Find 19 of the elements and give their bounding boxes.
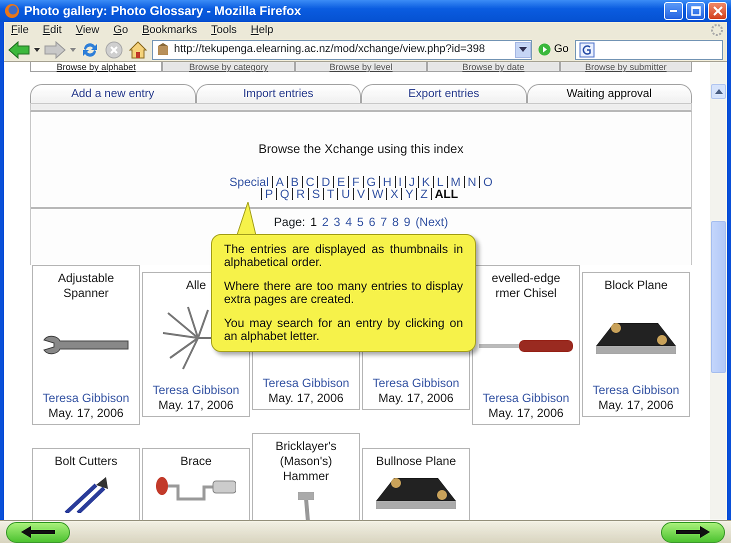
entry-date: May. 17, 2006: [378, 390, 454, 406]
entry-date: May. 17, 2006: [48, 406, 124, 421]
entry-date: May. 17, 2006: [598, 398, 674, 414]
entry-date: May. 17, 2006: [158, 398, 234, 414]
entry-title: Alle: [184, 278, 207, 294]
page-label: Page:: [274, 214, 306, 229]
tooltip-text: The entries are displayed as thumbnails in alphabetical order.: [224, 243, 463, 269]
entry-title: Bricklayer's (Mason's) Hammer: [274, 438, 338, 484]
entry-title: Brace: [179, 454, 213, 469]
entry-title: Block Plane: [603, 278, 669, 294]
index-heading: Browse the Xchange using this index: [258, 141, 464, 158]
url-text: http://tekupenga.elearning.ac.nz/mod/xchange/view.php?id=398: [174, 42, 485, 58]
entry-title: evelled-edge rmer Chisel: [490, 270, 562, 301]
entry-date: May. 17, 2006: [268, 390, 344, 406]
entry-title: Bullnose Plane: [374, 454, 458, 469]
entry-title: Adjustable Spanner: [56, 270, 116, 301]
window-title: Photo gallery: Photo Glossary - Mozilla Firefox: [24, 2, 302, 20]
entry-date: May. 17, 2006: [488, 406, 564, 421]
entry-title: Bolt Cutters: [54, 454, 118, 469]
